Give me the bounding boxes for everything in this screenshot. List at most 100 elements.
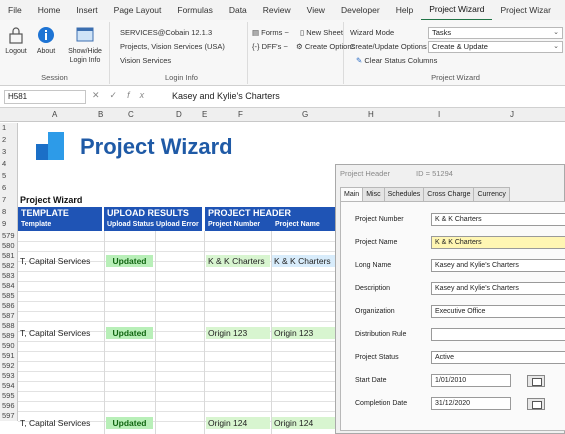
tab-main[interactable]: Main (340, 187, 364, 202)
row-header[interactable]: 587 (0, 311, 18, 321)
field-label: Start Date (355, 377, 387, 384)
column-header[interactable]: E (202, 110, 207, 119)
row-header[interactable]: 583 (0, 271, 18, 281)
completion-date-field[interactable]: 31/12/2020 (431, 397, 511, 410)
gridline (155, 231, 156, 434)
row-header[interactable]: 585 (0, 291, 18, 301)
column-header[interactable]: I (438, 110, 440, 119)
row-header[interactable]: 597 (0, 411, 18, 421)
show-hide-login-button[interactable]: Show/Hide Login Info (62, 26, 108, 65)
tab-formulas[interactable]: Formulas (169, 0, 220, 20)
function-icon[interactable]: fx (127, 90, 154, 100)
project-status-field[interactable]: Active (431, 351, 565, 364)
template-cell[interactable]: T, Capital Services (18, 417, 104, 429)
column-header[interactable]: J (510, 110, 514, 119)
row-header[interactable]: 581 (0, 251, 18, 261)
project-name-field[interactable]: K & K Charters (431, 236, 565, 249)
calendar-icon[interactable] (527, 375, 545, 387)
column-header[interactable]: C (128, 110, 134, 119)
tab-data[interactable]: Data (221, 0, 255, 20)
template-cell[interactable]: T, Capital Services (18, 255, 104, 267)
formula-bar: H581 ✕✓fx Kasey and Kylie's Charters (0, 86, 565, 108)
project-number-cell[interactable]: Origin 123 (206, 327, 270, 339)
tab-cross-charge[interactable]: Cross Charge (423, 187, 475, 201)
row-header[interactable]: 589 (0, 331, 18, 341)
distribution-rule-field[interactable] (431, 328, 565, 341)
cancel-icon[interactable]: ✕ (92, 90, 110, 100)
row-header[interactable]: 584 (0, 281, 18, 291)
description-field[interactable]: Kasey and Kylie's Charters (431, 282, 565, 295)
row-header[interactable]: 593 (0, 371, 18, 381)
tab-project-wizard-2[interactable]: Project Wizar (492, 0, 559, 20)
row-header[interactable]: 4 (0, 159, 18, 171)
start-date-field[interactable]: 1/01/2010 (431, 374, 511, 387)
project-number-cell[interactable]: Origin 124 (206, 417, 270, 429)
row-header[interactable]: 592 (0, 361, 18, 371)
row-header[interactable]: 595 (0, 391, 18, 401)
row-header[interactable]: 6 (0, 183, 18, 195)
upload-status-cell[interactable]: Updated (106, 327, 153, 339)
column-header[interactable]: H (368, 110, 374, 119)
project-number-cell[interactable]: K & K Charters (206, 255, 270, 267)
gridline (18, 361, 335, 362)
column-header[interactable]: B (98, 110, 103, 119)
calendar-icon[interactable] (527, 398, 545, 410)
row-header[interactable]: 582 (0, 261, 18, 271)
forms-button[interactable]: ▤ Forms ~ (252, 28, 289, 37)
create-update-options-label: Create/Update Options (350, 42, 427, 51)
row-header[interactable]: 3 (0, 147, 18, 159)
row-header[interactable]: 580 (0, 241, 18, 251)
logout-button[interactable]: Logout (2, 26, 30, 56)
row-header[interactable]: 8 (0, 207, 18, 219)
tab-insert[interactable]: Insert (68, 0, 105, 20)
row-header[interactable]: 7 (0, 195, 18, 207)
login-info-group-label: Login Info (165, 73, 198, 82)
name-box[interactable]: H581 (4, 90, 86, 104)
upload-status-cell[interactable]: Updated (106, 255, 153, 267)
column-header[interactable]: A (52, 110, 57, 119)
long-name-field[interactable]: Kasey and Kylie's Charters (431, 259, 565, 272)
tab-page-layout[interactable]: Page Layout (106, 0, 170, 20)
row-header[interactable]: 579 (0, 231, 18, 241)
column-header[interactable]: F (238, 110, 243, 119)
row-header[interactable]: 586 (0, 301, 18, 311)
tab-developer[interactable]: Developer (333, 0, 388, 20)
tab-view[interactable]: View (299, 0, 333, 20)
row-header[interactable]: 588 (0, 321, 18, 331)
tab-project-wizard[interactable]: Project Wizard (421, 0, 493, 21)
tab-currency[interactable]: Currency (473, 187, 510, 201)
row-header[interactable]: 594 (0, 381, 18, 391)
tab-review[interactable]: Review (255, 0, 299, 20)
tab-home[interactable]: Home (30, 0, 69, 20)
organization-field[interactable]: Executive Office (431, 305, 565, 318)
tab-misc[interactable]: Misc (362, 187, 385, 201)
row-header[interactable]: 5 (0, 171, 18, 183)
project-name-cell[interactable]: Origin 123 (272, 327, 335, 339)
row-header[interactable]: 9 (0, 219, 18, 231)
row-header[interactable]: 2 (0, 135, 18, 147)
create-update-dropdown[interactable]: Create & Update ⌄ (428, 41, 563, 53)
gridline (204, 231, 205, 434)
upload-status-cell[interactable]: Updated (106, 417, 153, 429)
project-name-cell[interactable]: K & K Charters (272, 255, 335, 267)
tab-help[interactable]: Help (388, 0, 421, 20)
formula-input[interactable]: Kasey and Kylie's Charters (172, 91, 280, 101)
tab-file[interactable]: File (0, 0, 30, 20)
row-header[interactable]: 596 (0, 401, 18, 411)
enter-icon[interactable]: ✓ (110, 90, 128, 100)
wizard-mode-dropdown[interactable]: Tasks ⌄ (428, 27, 563, 39)
project-wizard-logo (36, 132, 64, 160)
project-name-cell[interactable]: Origin 124 (272, 417, 335, 429)
template-cell[interactable]: T, Capital Services (18, 327, 104, 339)
column-header[interactable]: D (176, 110, 182, 119)
column-header[interactable]: G (302, 110, 308, 119)
tab-schedules[interactable]: Schedules (383, 187, 425, 201)
about-button[interactable]: About (32, 26, 60, 56)
new-sheet-button[interactable]: ▯ New Sheet (300, 28, 343, 37)
row-header[interactable]: 1 (0, 123, 18, 135)
project-number-field[interactable]: K & K Charters (431, 213, 565, 226)
row-header[interactable]: 591 (0, 351, 18, 361)
dffs-button[interactable]: {-} DFF's ~ (252, 42, 288, 51)
row-header[interactable]: 590 (0, 341, 18, 351)
clear-status-button[interactable]: ✎ Clear Status Columns (356, 56, 437, 65)
